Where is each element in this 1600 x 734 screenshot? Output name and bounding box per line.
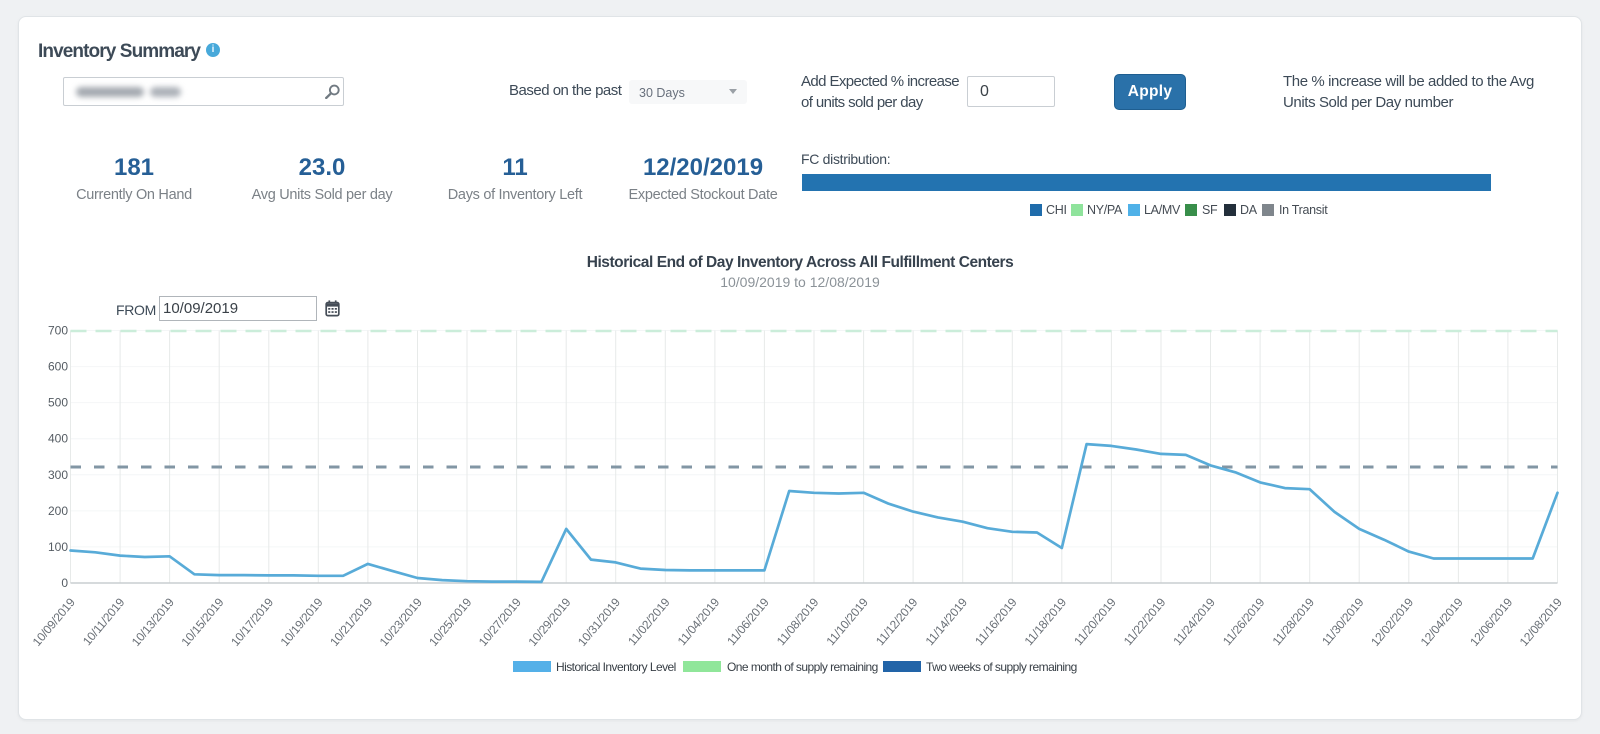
svg-text:10/17/2019: 10/17/2019 — [228, 595, 276, 649]
svg-text:11/28/2019: 11/28/2019 — [1270, 595, 1318, 648]
svg-text:700: 700 — [48, 324, 68, 338]
svg-text:11/10/2019: 11/10/2019 — [823, 595, 871, 648]
svg-text:11/14/2019: 11/14/2019 — [923, 595, 971, 648]
svg-text:10/31/2019: 10/31/2019 — [575, 595, 623, 649]
svg-text:10/29/2019: 10/29/2019 — [525, 595, 573, 649]
svg-text:10/27/2019: 10/27/2019 — [476, 595, 524, 649]
svg-text:500: 500 — [48, 396, 68, 410]
svg-text:11/22/2019: 11/22/2019 — [1121, 595, 1169, 648]
svg-text:10/19/2019: 10/19/2019 — [278, 595, 326, 649]
svg-text:300: 300 — [48, 468, 68, 482]
svg-text:11/18/2019: 11/18/2019 — [1022, 595, 1070, 648]
svg-text:400: 400 — [48, 432, 68, 446]
svg-text:600: 600 — [48, 360, 68, 374]
svg-text:11/06/2019: 11/06/2019 — [724, 595, 772, 648]
svg-text:12/04/2019: 12/04/2019 — [1418, 595, 1466, 649]
svg-text:10/21/2019: 10/21/2019 — [327, 595, 375, 649]
svg-text:200: 200 — [48, 504, 68, 518]
svg-text:10/11/2019: 10/11/2019 — [80, 595, 128, 648]
svg-text:10/09/2019: 10/09/2019 — [30, 595, 78, 649]
svg-text:10/23/2019: 10/23/2019 — [377, 595, 425, 649]
svg-text:11/04/2019: 11/04/2019 — [675, 595, 723, 648]
svg-text:11/20/2019: 11/20/2019 — [1071, 595, 1119, 648]
svg-text:12/06/2019: 12/06/2019 — [1467, 595, 1515, 649]
svg-text:10/13/2019: 10/13/2019 — [129, 595, 177, 649]
svg-text:11/24/2019: 11/24/2019 — [1170, 595, 1218, 648]
svg-text:11/08/2019: 11/08/2019 — [774, 595, 822, 648]
svg-text:11/12/2019: 11/12/2019 — [873, 595, 921, 648]
svg-text:0: 0 — [61, 576, 68, 590]
svg-text:11/16/2019: 11/16/2019 — [972, 595, 1020, 648]
svg-text:12/02/2019: 12/02/2019 — [1368, 595, 1416, 649]
svg-text:11/26/2019: 11/26/2019 — [1220, 595, 1268, 648]
svg-text:10/25/2019: 10/25/2019 — [426, 595, 474, 649]
svg-text:11/30/2019: 11/30/2019 — [1319, 595, 1367, 648]
svg-text:12/08/2019: 12/08/2019 — [1517, 595, 1565, 649]
svg-text:10/15/2019: 10/15/2019 — [178, 595, 226, 649]
svg-text:11/02/2019: 11/02/2019 — [625, 595, 673, 648]
svg-text:100: 100 — [48, 540, 68, 554]
